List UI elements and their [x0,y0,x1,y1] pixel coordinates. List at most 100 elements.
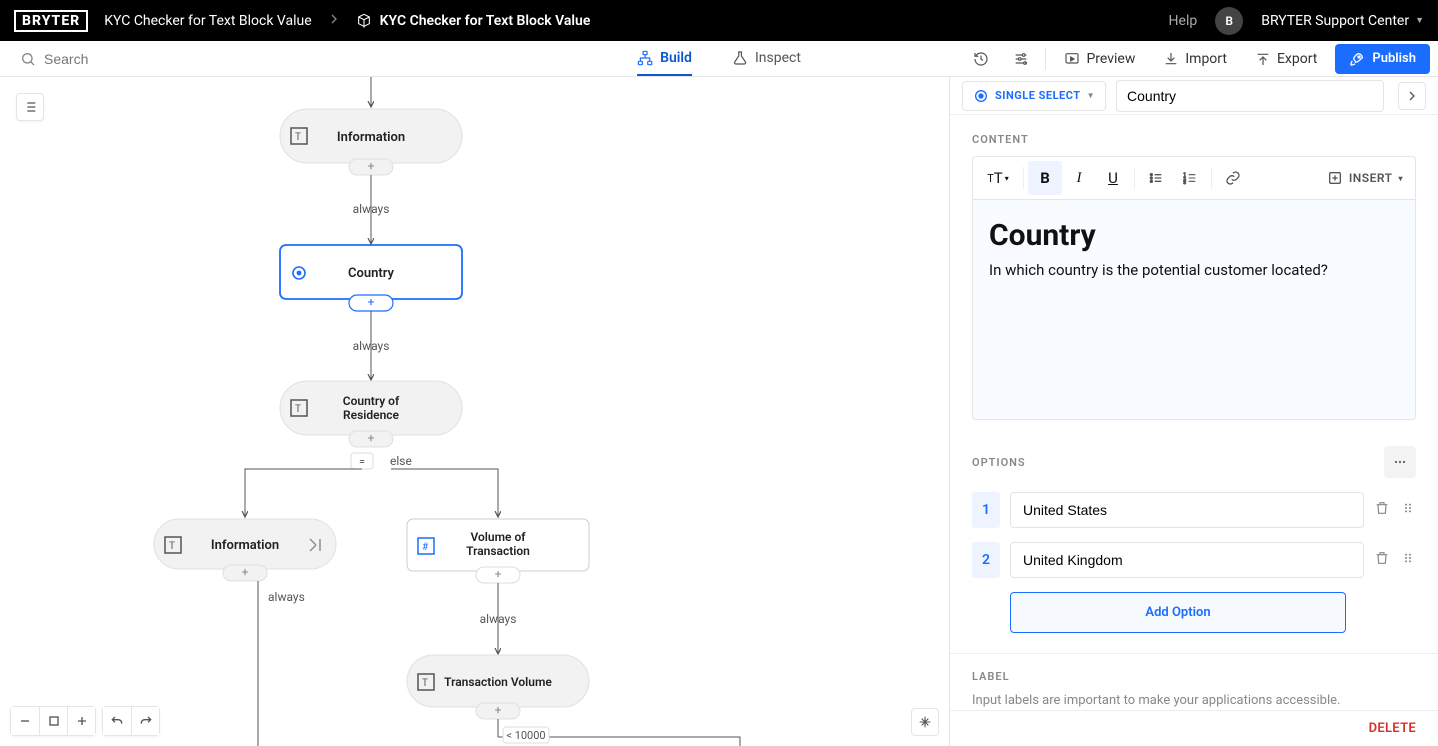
trash-icon [1374,500,1390,516]
grip-icon [1400,500,1416,516]
delete-button[interactable]: DELETE [1369,721,1416,736]
tab-inspect[interactable]: Inspect [732,41,801,76]
logo[interactable]: BRYTER [14,10,88,32]
preview-button[interactable]: Preview [1054,45,1145,73]
user-menu[interactable]: BRYTER Support Center ▼ [1261,13,1424,29]
sparkle-icon [917,714,933,730]
svg-text:Residence: Residence [343,408,400,422]
avatar[interactable]: B [1215,7,1243,35]
rte-toolbar: TT▾ B I U 123 INSERT ▾ [972,156,1416,199]
svg-text:+: + [368,295,375,309]
option-input-1[interactable] [1010,492,1364,528]
rte-italic[interactable]: I [1062,161,1096,195]
rte-insert[interactable]: INSERT ▾ [1319,170,1411,186]
breadcrumb-current: KYC Checker for Text Block Value [356,13,591,29]
rte-link[interactable] [1216,161,1250,195]
breadcrumb-parent[interactable]: KYC Checker for Text Block Value [104,13,311,29]
svg-text:always: always [353,202,390,216]
sliders-icon [1013,51,1029,67]
star-button[interactable] [911,708,939,736]
breadcrumb: KYC Checker for Text Block Value KYC Che… [104,11,590,31]
label-section-desc: Input labels are important to make your … [972,693,1416,708]
help-link[interactable]: Help [1169,13,1198,29]
canvas[interactable]: T Information + always Country + always … [0,77,950,746]
svg-text:Volume of: Volume of [470,530,526,544]
options-more-button[interactable] [1384,446,1416,478]
option-row-2: 2 [972,542,1416,578]
svg-text:Information: Information [211,538,279,553]
rte-bullets[interactable] [1139,161,1173,195]
flask-icon [732,50,748,66]
rte-bold[interactable]: B [1028,161,1062,195]
publish-button[interactable]: Publish [1335,44,1430,74]
plus-icon [74,713,90,729]
svg-text:< 10000: < 10000 [506,729,545,742]
svg-text:Transaction Volume: Transaction Volume [444,675,552,689]
rte-underline[interactable]: U [1096,161,1130,195]
trash-icon [1374,550,1390,566]
svg-text:+: + [368,159,375,173]
node-transaction-volume[interactable]: T Transaction Volume + [407,655,589,719]
svg-text:always: always [353,339,390,353]
svg-text:T: T [295,132,301,143]
drag-option-handle[interactable] [1400,550,1416,570]
fit-button[interactable] [39,707,67,735]
node-country-of-residence[interactable]: T Country of Residence + [280,381,462,447]
rte-content[interactable]: Country In which country is the potentia… [972,199,1416,420]
zoom-out-button[interactable] [11,707,39,735]
numbered-list-icon: 123 [1182,170,1198,186]
play-icon [1064,51,1080,67]
undo-button[interactable] [103,707,131,735]
search-input[interactable] [44,51,244,67]
option-number: 2 [972,542,1000,578]
square-icon [46,713,62,729]
svg-text:+: + [495,703,502,717]
node-information-1[interactable]: T Information + [280,109,462,175]
hierarchy-icon [637,50,653,66]
content-title[interactable]: Country [989,218,1399,253]
history-icon [973,51,989,67]
redo-button[interactable] [131,707,159,735]
node-country[interactable]: Country + [280,245,462,311]
delete-option-button[interactable] [1374,550,1390,570]
chevron-right-icon [1404,88,1420,104]
upload-icon [1255,51,1271,67]
node-type-selector[interactable]: SINGLE SELECT ▼ [962,81,1106,111]
add-option-button[interactable]: Add Option [1010,592,1346,633]
svg-text:+: + [368,431,375,445]
svg-text:3: 3 [1183,180,1186,186]
delete-option-button[interactable] [1374,500,1390,520]
export-button[interactable]: Export [1245,45,1327,73]
svg-text:=: = [359,455,365,468]
label-section-label: LABEL [972,670,1416,683]
option-input-2[interactable] [1010,542,1364,578]
svg-text:+: + [242,565,249,579]
rte-numbers[interactable]: 123 [1173,161,1207,195]
node-information-2[interactable]: T Information + [154,519,336,581]
svg-text:T: T [295,404,301,415]
svg-text:always: always [268,590,305,604]
chevron-right-icon [326,11,342,31]
node-volume-of-transaction[interactable]: # Volume of Transaction + [407,519,589,583]
bullet-list-icon [1148,170,1164,186]
zoom-in-button[interactable] [67,707,95,735]
link-icon [1225,170,1241,186]
svg-text:T: T [169,541,175,552]
drag-option-handle[interactable] [1400,500,1416,520]
import-button[interactable]: Import [1153,45,1237,73]
svg-text:Country: Country [348,266,395,281]
rte-text-style[interactable]: TT▾ [977,161,1019,195]
svg-text:T: T [422,678,428,689]
dots-icon [1392,454,1408,470]
svg-text:Country of: Country of [343,394,400,408]
collapse-sidebar-button[interactable] [1398,82,1426,110]
svg-text:+: + [495,567,502,581]
node-name-input[interactable] [1116,80,1384,112]
history-button[interactable] [965,45,997,73]
redo-icon [138,713,154,729]
content-text[interactable]: In which country is the potential custom… [989,261,1399,279]
svg-text:always: always [480,612,517,626]
tab-build[interactable]: Build [637,41,692,76]
settings-button[interactable] [1005,45,1037,73]
search-icon [20,51,36,67]
